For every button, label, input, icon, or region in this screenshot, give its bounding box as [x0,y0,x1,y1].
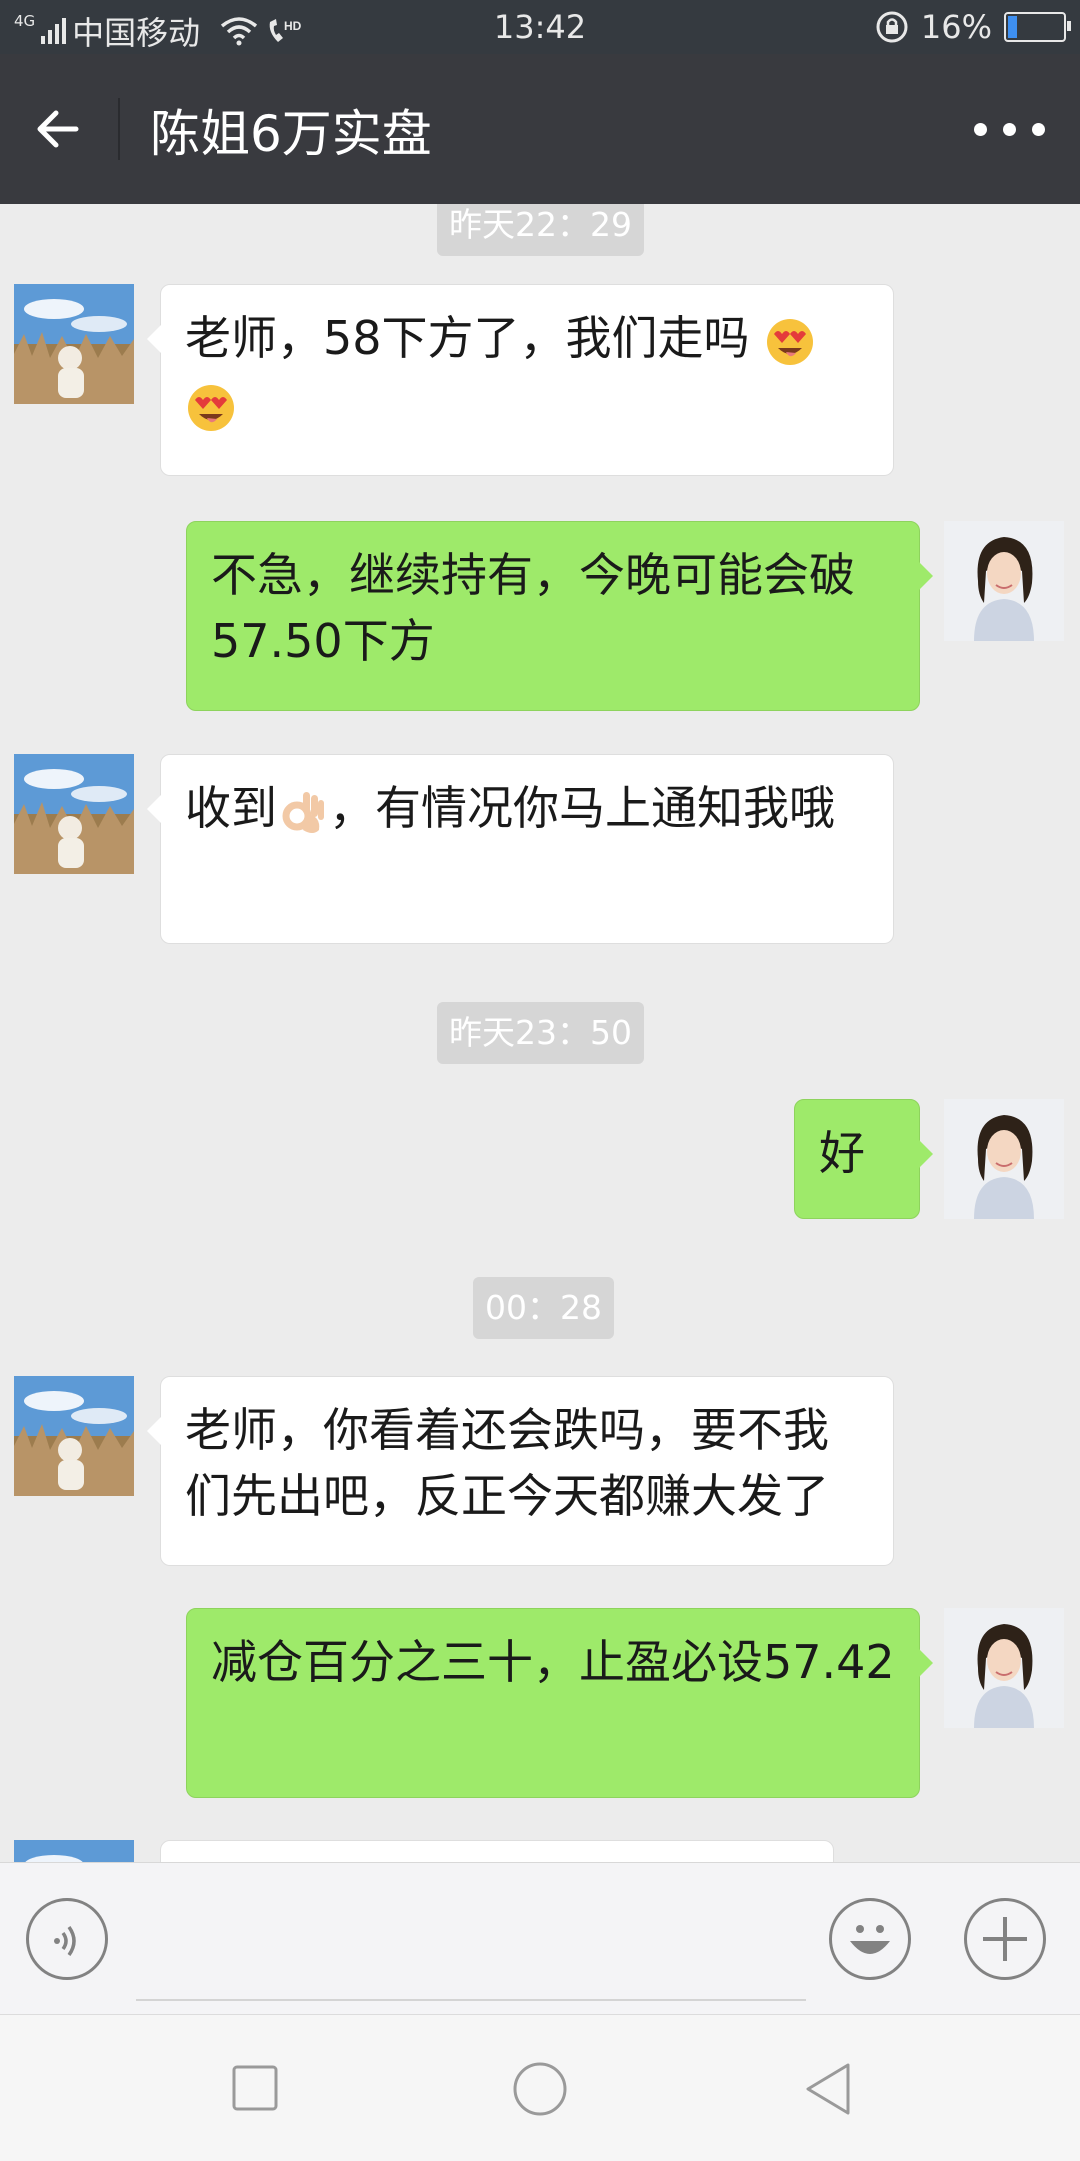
message-list[interactable]: 昨天22：29 老师，58下方了，我们走吗 不急，继续持有，今晚可能会破57.5… [0,204,1080,1862]
back-arrow-icon[interactable] [28,99,88,159]
incoming-message[interactable]: 老师，58下方了，我们走吗 [147,284,894,476]
heart-eyes-emoji-icon [767,318,814,365]
contact-avatar[interactable] [14,284,134,404]
message-text: 不急，继续持有，今晚可能会破57.50下方 [211,548,855,668]
recent-apps-icon[interactable] [232,2065,278,2111]
incoming-message[interactable]: 老师，你看着还会跌吗，要不我们先出吧，反正今天都赚大发了 [147,1376,894,1566]
battery-fill [1008,16,1018,38]
contact-avatar[interactable] [14,754,134,874]
heart-eyes-emoji-icon [188,384,234,431]
plus-button[interactable] [964,1898,1046,1980]
ok-hand-emoji-icon [282,791,324,833]
more-dots-icon [973,122,987,136]
message-text: 老师，58下方了，我们走吗 [185,311,750,365]
contact-avatar[interactable] [14,1376,134,1496]
message-text: 好 [819,1126,865,1180]
emoji-button[interactable] [829,1898,911,1980]
timestamp: 昨天22：29 [437,204,644,256]
chat-header: 陈姐6万实盘 [0,54,1080,204]
battery-percent: 16% [920,8,992,46]
battery-icon [1004,12,1071,42]
header-divider [118,98,120,160]
status-bar: 4G 中国移动 HD 13:42 16% [0,0,1080,54]
incoming-message[interactable] [160,1840,834,1862]
own-avatar[interactable] [944,1099,1064,1219]
own-avatar[interactable] [944,521,1064,641]
back-nav-icon[interactable] [804,2061,854,2117]
message-input[interactable] [136,1999,806,2001]
rotation-lock-icon [876,11,908,43]
message-text: ，有情况你马上通知我哦 [329,781,835,835]
own-avatar[interactable] [944,1608,1064,1728]
contact-avatar[interactable] [14,1840,134,1862]
outgoing-message[interactable]: 减仓百分之三十，止盈必设57.42 [186,1608,933,1798]
outgoing-message[interactable]: 不急，继续持有，今晚可能会破57.50下方 [186,521,933,711]
system-nav-bar [0,2014,1080,2161]
emoji-icon [850,1925,890,1954]
home-icon[interactable] [512,2061,568,2117]
outgoing-message[interactable]: 好 [794,1099,933,1219]
message-text: 老师，你看着还会跌吗，要不我们先出吧，反正今天都赚大发了 [185,1403,829,1523]
input-bar [0,1862,1080,2015]
timestamp: 昨天23：50 [437,1002,644,1064]
voice-icon [54,1925,76,1957]
message-text: 减仓百分之三十，止盈必设57.42 [211,1635,895,1689]
chat-title: 陈姐6万实盘 [150,105,432,163]
message-text: 收到 [185,781,277,835]
more-options-button[interactable] [964,109,1054,149]
plus-icon [983,1917,1027,1961]
status-right: 16% [875,8,1071,46]
voice-button[interactable] [26,1898,108,1980]
timestamp: 00：28 [473,1277,614,1339]
incoming-message[interactable]: 收到 ，有情况你马上通知我哦 [147,754,894,944]
